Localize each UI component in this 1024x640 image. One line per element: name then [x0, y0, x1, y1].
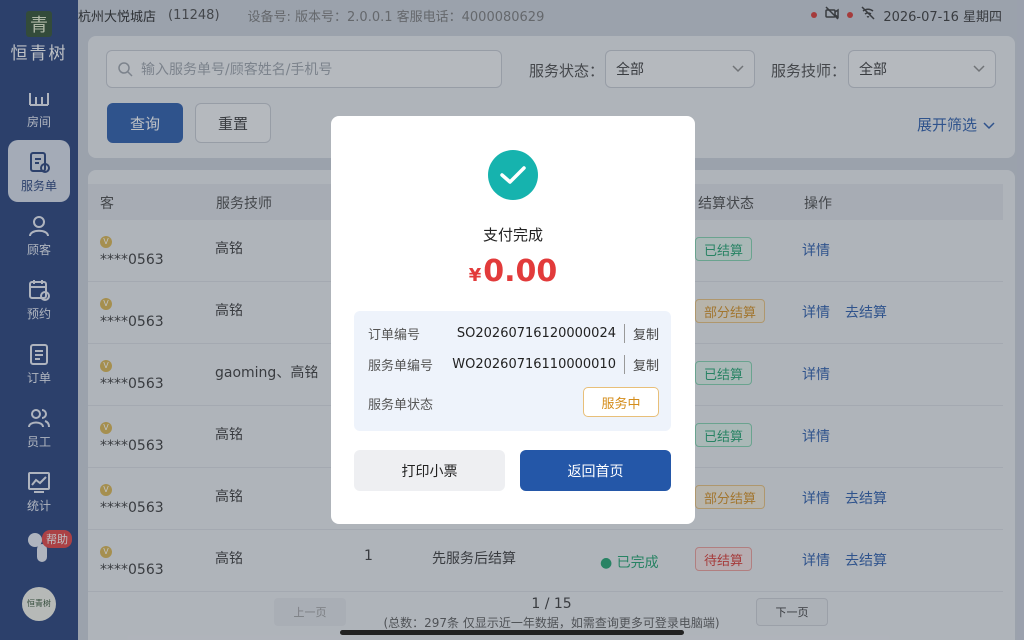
payment-complete-dialog: 支付完成 ¥0.00 订单编号 SO20260716120000024 复制 服…: [331, 116, 695, 524]
service-status-label: 服务单状态: [368, 397, 434, 413]
order-no-row: 订单编号 SO20260716120000024 复制: [368, 323, 659, 343]
service-no-label: 服务单编号: [368, 358, 434, 374]
order-info-panel: 订单编号 SO20260716120000024 复制 服务单编号 WO2026…: [354, 311, 671, 431]
back-home-button[interactable]: 返回首页: [520, 450, 671, 491]
copy-order-no-button[interactable]: 复制: [623, 323, 659, 343]
service-no-value: WO20260716110000010: [452, 356, 616, 372]
dialog-title: 支付完成: [482, 226, 543, 244]
amount-value: 0.00: [483, 254, 558, 289]
print-receipt-button[interactable]: 打印小票: [354, 450, 505, 491]
order-no-value: SO20260716120000024: [456, 325, 616, 341]
service-no-row: 服务单编号 WO20260716110000010 复制: [368, 354, 659, 374]
home-indicator: [340, 630, 684, 635]
success-check-icon: [488, 150, 538, 200]
order-no-label: 订单编号: [368, 327, 421, 343]
service-status-badge: 服务中: [583, 387, 659, 417]
paid-amount: ¥0.00: [331, 254, 695, 289]
currency-symbol: ¥: [468, 265, 482, 286]
copy-service-no-button[interactable]: 复制: [623, 354, 659, 374]
